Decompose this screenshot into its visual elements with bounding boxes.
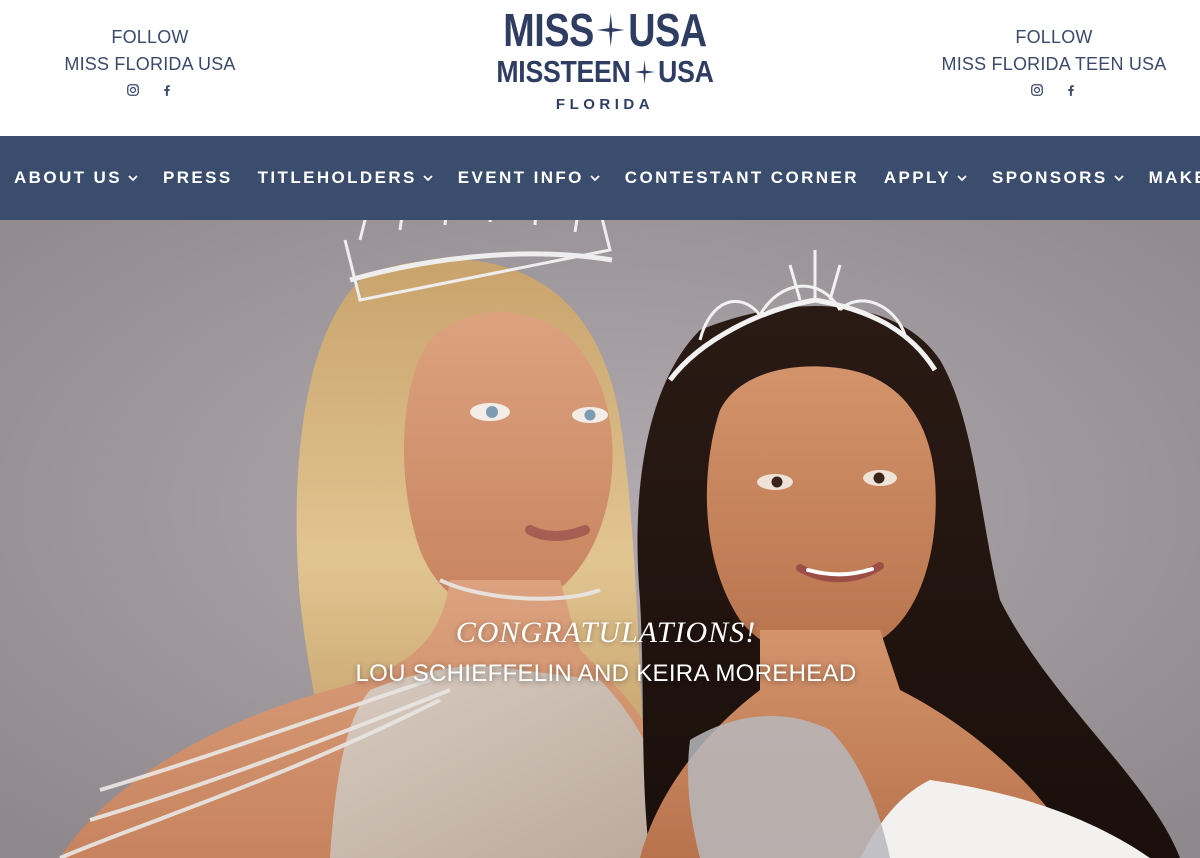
logo-subtitle: FLORIDA [555,96,655,113]
site-header: FOLLOW MISS FLORIDA USA MISS USA MISSTEE… [0,0,1200,136]
nav-item-contestant-corner[interactable]: CONTESTANT CORNER [625,168,859,188]
chevron-down-icon [957,174,967,182]
nav-item-label: MAKE A P [1148,168,1200,187]
instagram-icon[interactable] [1029,82,1045,98]
star-icon [597,13,626,47]
logo-row-miss-usa: MISS USA [494,4,715,56]
logo-text: USA [628,4,707,56]
hero-titleholder-names: LOU SCHIEFFELIN AND KEIRA MOREHEAD [355,660,857,687]
nav-list: ABOUT US PRESS TITLEHOLDERS EVENT INFO C… [14,136,1200,220]
nav-item-label: SPONSORS [992,168,1108,187]
chevron-down-icon [1113,174,1124,182]
miss-usa-florida-logo[interactable]: MISS USA MISSTEEN USA FLORIDA [470,4,740,118]
follow-miss-florida-teen-usa: FOLLOW MISS FLORIDA TEEN USA [904,24,1200,98]
nav-item-label: TITLEHOLDERS [257,168,417,187]
hero-photo [0,220,1200,858]
nav-item-label: PRESS [162,168,233,187]
social-links [904,82,1200,98]
nav-item-label: APPLY [883,168,951,187]
hero-title: CONGRATULATIONS! [455,616,757,649]
logo-row-missteen-usa: MISSTEEN USA [489,54,721,89]
social-links [0,82,300,98]
logo-text: MISS [503,4,594,56]
follow-miss-florida-usa: FOLLOW MISS FLORIDA USA [0,24,300,98]
facebook-icon[interactable] [1063,82,1079,98]
main-navigation: ABOUT US PRESS TITLEHOLDERS EVENT INFO C… [0,136,1200,220]
chevron-down-icon [423,174,433,182]
follow-account-name: MISS FLORIDA TEEN USA [941,54,1167,74]
logo-text: USA [658,54,714,89]
nav-item-label: CONTESTANT CORNER [624,168,859,187]
nav-item-press[interactable]: PRESS [163,168,233,188]
instagram-icon[interactable] [125,82,141,98]
logo-text: MISSTEEN [496,54,631,89]
nav-item-titleholders[interactable]: TITLEHOLDERS [258,168,433,188]
follow-label: FOLLOW [111,27,189,47]
nav-item-about-us[interactable]: ABOUT US [14,168,138,188]
follow-account-name: MISS FLORIDA USA [64,54,236,74]
chevron-down-icon [590,174,600,182]
nav-item-apply[interactable]: APPLY [884,168,967,188]
follow-label: FOLLOW [1015,27,1093,47]
nav-item-label: ABOUT US [14,168,122,187]
nav-item-make-a-payment[interactable]: MAKE A P [1149,168,1200,188]
nav-item-sponsors[interactable]: SPONSORS [992,168,1124,188]
facebook-icon[interactable] [159,82,175,98]
star-icon [634,60,655,84]
right-face [706,366,936,658]
hero-banner: CONGRATULATIONS! LOU SCHIEFFELIN AND KEI… [0,220,1200,858]
nav-item-event-info[interactable]: EVENT INFO [458,168,600,188]
nav-item-label: EVENT INFO [457,168,584,187]
chevron-down-icon [128,174,138,182]
